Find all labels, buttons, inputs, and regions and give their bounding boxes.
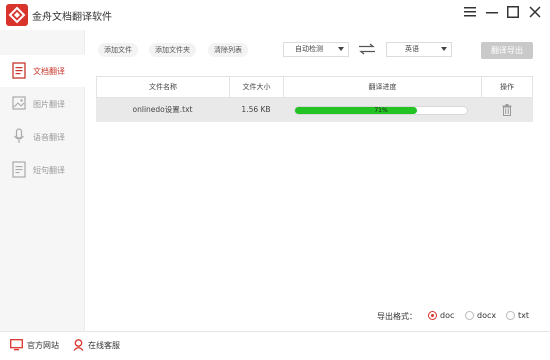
document-icon bbox=[12, 62, 26, 79]
header-actions: 操作 bbox=[500, 83, 514, 91]
format-doc-label[interactable]: doc bbox=[440, 311, 454, 320]
target-language-value: 英语 bbox=[405, 45, 419, 53]
sidebar-item-voice[interactable]: 语音翻译 bbox=[0, 121, 85, 153]
source-language-select[interactable]: 自动检测 bbox=[283, 42, 349, 57]
sidebar-item-label: 短句翻译 bbox=[33, 166, 65, 175]
table-header: 文件名称 文件大小 翻译进度 操作 bbox=[96, 76, 533, 98]
image-icon bbox=[12, 96, 26, 110]
add-file-button[interactable]: 添加文件 bbox=[98, 43, 138, 57]
chevron-down-icon bbox=[441, 47, 447, 51]
sidebar-item-document[interactable]: 文档翻译 bbox=[0, 55, 85, 87]
sidebar-item-sentence[interactable]: 短句翻译 bbox=[0, 154, 85, 186]
trash-icon[interactable] bbox=[502, 104, 512, 116]
table-row[interactable]: onlinedo设置.txt 1.56 KB 71% bbox=[96, 98, 533, 122]
app-logo bbox=[6, 4, 28, 26]
source-language-value: 自动检测 bbox=[295, 45, 323, 53]
swap-languages-icon[interactable] bbox=[358, 43, 376, 55]
official-website-label: 官方网站 bbox=[27, 340, 59, 350]
text-icon bbox=[12, 161, 26, 178]
add-folder-button[interactable]: 添加文件夹 bbox=[149, 43, 196, 57]
progress-text: 71% bbox=[374, 107, 388, 114]
file-size-cell: 1.56 KB bbox=[241, 105, 271, 114]
target-language-select[interactable]: 英语 bbox=[386, 42, 452, 57]
official-website-link[interactable]: 官方网站 bbox=[10, 339, 59, 351]
sidebar-item-label: 语音翻译 bbox=[33, 133, 65, 142]
headset-icon bbox=[73, 339, 84, 351]
format-txt-radio[interactable] bbox=[506, 311, 515, 320]
sidebar-item-image[interactable]: 图片翻译 bbox=[0, 88, 85, 120]
menu-icon[interactable] bbox=[459, 2, 481, 22]
header-file-name: 文件名称 bbox=[97, 77, 230, 97]
chevron-down-icon bbox=[338, 47, 344, 51]
sidebar: 文档翻译 图片翻译 语音翻译 短句翻译 bbox=[0, 30, 85, 331]
export-button[interactable]: 翻译导出 bbox=[481, 42, 533, 59]
format-docx-radio[interactable] bbox=[465, 311, 474, 320]
format-txt-label[interactable]: txt bbox=[518, 311, 529, 320]
progress-bar: 71% bbox=[294, 106, 468, 115]
sidebar-item-label: 文档翻译 bbox=[33, 67, 65, 76]
file-name-cell: onlinedo设置.txt bbox=[132, 105, 193, 114]
monitor-icon bbox=[10, 339, 23, 351]
clear-list-button[interactable]: 清除列表 bbox=[208, 43, 248, 57]
sidebar-item-label: 图片翻译 bbox=[33, 100, 65, 109]
minimize-icon[interactable] bbox=[481, 2, 503, 22]
title-bar: 金舟文档翻译软件 bbox=[0, 0, 550, 30]
maximize-icon[interactable] bbox=[502, 2, 524, 22]
online-support-label: 在线客服 bbox=[88, 340, 120, 350]
export-format-label: 导出格式： bbox=[377, 312, 417, 321]
format-doc-radio[interactable] bbox=[428, 311, 437, 320]
app-title: 金舟文档翻译软件 bbox=[32, 12, 112, 23]
microphone-icon bbox=[14, 128, 24, 143]
header-progress: 翻译进度 bbox=[284, 77, 482, 97]
header-file-size: 文件大小 bbox=[230, 77, 284, 97]
footer: 官方网站 在线客服 bbox=[0, 331, 550, 360]
close-icon[interactable] bbox=[524, 2, 546, 22]
online-support-link[interactable]: 在线客服 bbox=[73, 339, 120, 351]
format-docx-label[interactable]: docx bbox=[477, 311, 496, 320]
